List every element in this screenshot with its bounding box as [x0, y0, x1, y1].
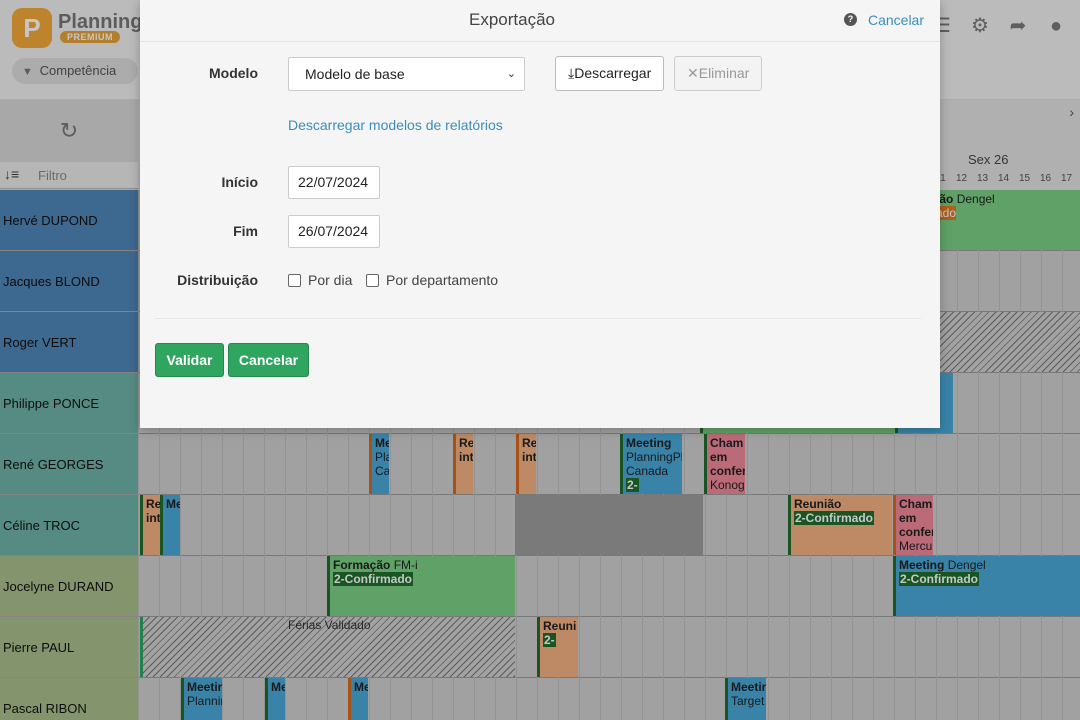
header-divider	[140, 41, 940, 42]
start-label: Início	[221, 174, 258, 190]
model-select[interactable]: Modelo de base ⌄	[288, 57, 525, 91]
by-department-checkbox[interactable]	[366, 274, 379, 287]
delete-button-label: Eliminar	[698, 65, 750, 81]
distribution-label: Distribuição	[177, 272, 258, 288]
by-day-checkbox[interactable]	[288, 274, 301, 287]
delete-button[interactable]: ✕Eliminar	[674, 56, 763, 91]
by-department-label: Por departamento	[386, 272, 499, 288]
end-date-input[interactable]: 26/07/2024	[288, 215, 380, 248]
help-icon[interactable]: ?	[844, 13, 857, 26]
start-date-input[interactable]: 22/07/2024	[288, 166, 380, 199]
by-day-label: Por dia	[308, 272, 353, 288]
model-select-value: Modelo de base	[305, 66, 405, 82]
chevron-down-icon: ⌄	[506, 68, 516, 80]
download-button-label: Descarregar	[574, 65, 652, 81]
model-label: Modelo	[209, 65, 258, 81]
close-icon: ✕	[687, 65, 699, 81]
export-modal: Exportação ? Cancelar Modelo Modelo de b…	[140, 0, 940, 428]
cancel-link[interactable]: Cancelar	[868, 12, 924, 28]
validate-button[interactable]: Validar	[155, 343, 224, 377]
download-models-link[interactable]: Descarregar modelos de relatórios	[288, 117, 503, 133]
download-button[interactable]: ⤓Descarregar	[555, 56, 665, 91]
cancel-button[interactable]: Cancelar	[228, 343, 309, 377]
end-label: Fim	[233, 223, 258, 239]
modal-title: Exportação	[469, 10, 555, 29]
form-divider	[155, 318, 921, 319]
